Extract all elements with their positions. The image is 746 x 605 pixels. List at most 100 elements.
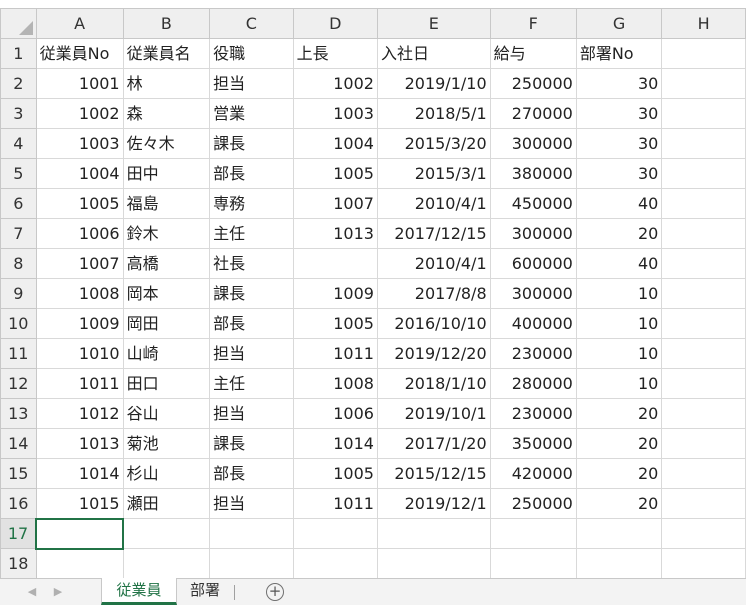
cell-e17[interactable] [376, 518, 491, 549]
cell-g1[interactable]: 部署No [575, 38, 663, 69]
cell-a8[interactable]: 1007 [35, 248, 124, 279]
cell-b2[interactable]: 林 [122, 68, 211, 99]
cell-h11[interactable] [661, 338, 746, 369]
cell-b1[interactable]: 従業員名 [122, 38, 211, 69]
row-header[interactable]: 6 [0, 188, 37, 219]
cell-d3[interactable]: 1003 [292, 98, 378, 129]
row-header[interactable]: 18 [0, 548, 37, 579]
cell-a3[interactable]: 1002 [35, 98, 124, 129]
cell-b14[interactable]: 菊池 [122, 428, 211, 459]
row-header[interactable]: 13 [0, 398, 37, 429]
cell-e1[interactable]: 入社日 [376, 38, 491, 69]
cell-f1[interactable]: 給与 [489, 38, 577, 69]
cell-e7[interactable]: 2017/12/15 [376, 218, 491, 249]
row-header[interactable]: 8 [0, 248, 37, 279]
cell-h5[interactable] [661, 158, 746, 189]
cell-a12[interactable]: 1011 [35, 368, 124, 399]
cell-g8[interactable]: 40 [575, 248, 663, 279]
cell-c12[interactable]: 主任 [209, 368, 294, 399]
cell-f12[interactable]: 280000 [489, 368, 577, 399]
cell-c8[interactable]: 社長 [209, 248, 294, 279]
cell-e8[interactable]: 2010/4/1 [376, 248, 491, 279]
cell-b12[interactable]: 田口 [122, 368, 211, 399]
cell-a2[interactable]: 1001 [35, 68, 124, 99]
cell-g15[interactable]: 20 [575, 458, 663, 489]
cell-f11[interactable]: 230000 [489, 338, 577, 369]
cell-a17[interactable] [35, 517, 125, 550]
cell-f16[interactable]: 250000 [489, 488, 577, 519]
cell-c9[interactable]: 課長 [209, 278, 294, 309]
cell-b13[interactable]: 谷山 [122, 398, 211, 429]
cell-b6[interactable]: 福島 [122, 188, 211, 219]
next-sheet-icon[interactable]: ▶ [50, 583, 66, 601]
cell-f8[interactable]: 600000 [489, 248, 577, 279]
cell-d2[interactable]: 1002 [292, 68, 378, 99]
cell-a11[interactable]: 1010 [35, 338, 124, 369]
cell-e14[interactable]: 2017/1/20 [376, 428, 491, 459]
cell-b9[interactable]: 岡本 [122, 278, 211, 309]
cell-g12[interactable]: 10 [575, 368, 663, 399]
cell-h7[interactable] [661, 218, 746, 249]
cell-h1[interactable] [661, 38, 746, 69]
cell-f13[interactable]: 230000 [489, 398, 577, 429]
cell-h9[interactable] [661, 278, 746, 309]
cell-b11[interactable]: 山崎 [122, 338, 211, 369]
cell-e18[interactable] [376, 548, 491, 579]
cell-f3[interactable]: 270000 [489, 98, 577, 129]
cell-a14[interactable]: 1013 [35, 428, 124, 459]
row-header[interactable]: 17 [0, 518, 38, 549]
cell-b4[interactable]: 佐々木 [122, 128, 211, 159]
cell-h8[interactable] [661, 248, 746, 279]
cell-c3[interactable]: 営業 [209, 98, 294, 129]
cell-b7[interactable]: 鈴木 [122, 218, 211, 249]
cell-d1[interactable]: 上長 [292, 38, 378, 69]
cell-f9[interactable]: 300000 [489, 278, 577, 309]
cell-h10[interactable] [661, 308, 746, 339]
sheet-tab-employees[interactable]: 従業員 [101, 578, 177, 605]
cell-f6[interactable]: 450000 [489, 188, 577, 219]
cell-h14[interactable] [661, 428, 746, 459]
cell-c15[interactable]: 部長 [209, 458, 294, 489]
cell-c7[interactable]: 主任 [209, 218, 294, 249]
cell-g16[interactable]: 20 [575, 488, 663, 519]
cell-d7[interactable]: 1013 [292, 218, 378, 249]
cell-f4[interactable]: 300000 [489, 128, 577, 159]
cell-f10[interactable]: 400000 [489, 308, 577, 339]
cell-g13[interactable]: 20 [575, 398, 663, 429]
column-header-c[interactable]: C [209, 8, 294, 39]
cell-c11[interactable]: 担当 [209, 338, 294, 369]
cell-g9[interactable]: 10 [575, 278, 663, 309]
row-header[interactable]: 9 [0, 278, 37, 309]
cell-g17[interactable] [575, 518, 663, 549]
cell-a6[interactable]: 1005 [35, 188, 124, 219]
column-header-a[interactable]: A [35, 8, 124, 39]
row-header[interactable]: 11 [0, 338, 37, 369]
cell-g5[interactable]: 30 [575, 158, 663, 189]
cell-g10[interactable]: 10 [575, 308, 663, 339]
cell-e9[interactable]: 2017/8/8 [376, 278, 491, 309]
column-header-b[interactable]: B [122, 8, 211, 39]
cell-f14[interactable]: 350000 [489, 428, 577, 459]
cell-g7[interactable]: 20 [575, 218, 663, 249]
cell-d12[interactable]: 1008 [292, 368, 378, 399]
cell-e10[interactable]: 2016/10/10 [376, 308, 491, 339]
cell-b18[interactable] [122, 548, 211, 579]
column-header-e[interactable]: E [376, 8, 491, 39]
cell-e16[interactable]: 2019/12/1 [376, 488, 491, 519]
cell-c14[interactable]: 課長 [209, 428, 294, 459]
cell-a1[interactable]: 従業員No [35, 38, 124, 69]
cell-d5[interactable]: 1005 [292, 158, 378, 189]
cell-a4[interactable]: 1003 [35, 128, 124, 159]
cell-a7[interactable]: 1006 [35, 218, 124, 249]
cell-b5[interactable]: 田中 [122, 158, 211, 189]
cell-f17[interactable] [489, 518, 577, 549]
cell-d9[interactable]: 1009 [292, 278, 378, 309]
sheet-tab-departments[interactable]: 部署 [178, 578, 232, 605]
cell-b8[interactable]: 高橋 [122, 248, 211, 279]
cell-c2[interactable]: 担当 [209, 68, 294, 99]
row-header[interactable]: 5 [0, 158, 37, 189]
cell-e3[interactable]: 2018/5/1 [376, 98, 491, 129]
cell-e11[interactable]: 2019/12/20 [376, 338, 491, 369]
column-header-g[interactable]: G [575, 8, 663, 39]
cell-a13[interactable]: 1012 [35, 398, 124, 429]
